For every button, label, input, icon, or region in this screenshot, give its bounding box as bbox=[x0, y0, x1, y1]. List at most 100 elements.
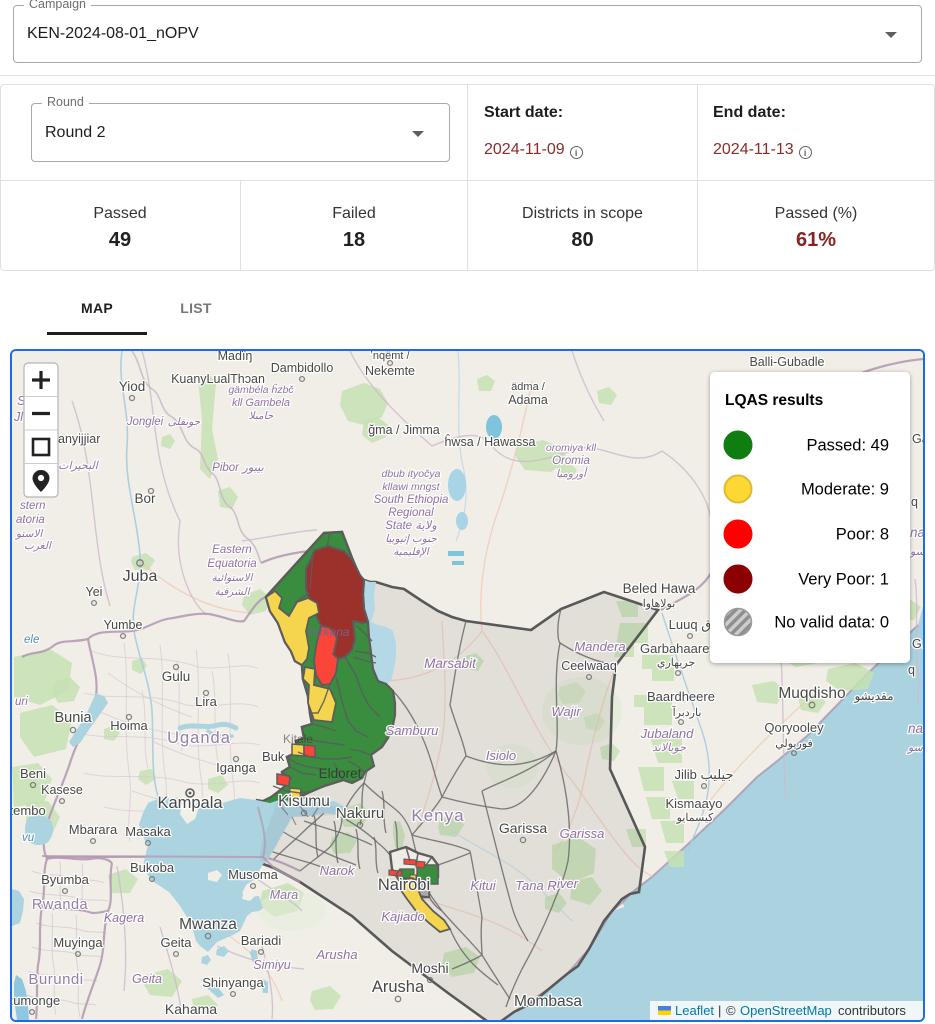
svg-text:atoria: atoria bbox=[16, 514, 45, 526]
svg-text:Garissa: Garissa bbox=[499, 820, 547, 836]
svg-text:بولاهاوا: بولاهاوا bbox=[643, 598, 676, 610]
svg-text:Burundi: Burundi bbox=[28, 971, 83, 988]
svg-text:Ga: Ga bbox=[912, 432, 923, 446]
svg-text:Uganda: Uganda bbox=[167, 729, 231, 747]
svg-text:Qoryooley: Qoryooley bbox=[764, 720, 824, 735]
svg-text:الاستو: الاستو bbox=[14, 528, 43, 540]
svg-text:Jubaland: Jubaland bbox=[640, 726, 695, 741]
svg-text:Very Poor: 1: Very Poor: 1 bbox=[798, 571, 889, 589]
svg-text:سو: سو bbox=[906, 742, 923, 754]
svg-text:Mwanza: Mwanza bbox=[179, 916, 237, 933]
svg-text:ädma /: ädma / bbox=[511, 381, 546, 393]
svg-text:Geita: Geita bbox=[132, 972, 162, 986]
svg-text:Turkana: Turkana bbox=[306, 625, 349, 639]
svg-text:Musoma: Musoma bbox=[228, 867, 279, 882]
svg-text:حامبلا: حامبلا bbox=[249, 410, 274, 422]
svg-text:vu: vu bbox=[22, 832, 35, 844]
svg-text:Wajir: Wajir bbox=[551, 704, 581, 719]
svg-text:Baardheere: Baardheere bbox=[647, 689, 715, 704]
svg-text:Adama: Adama bbox=[508, 393, 548, 407]
svg-text:Eldoret: Eldoret bbox=[319, 766, 362, 781]
svg-text:Kahama: Kahama bbox=[165, 1001, 217, 1017]
svg-text:Kisumu: Kisumu bbox=[278, 793, 330, 810]
svg-text:Jilib جيليب: Jilib جيليب bbox=[675, 767, 734, 782]
svg-text:Kajiado: Kajiado bbox=[381, 909, 424, 924]
svg-text:Lira: Lira bbox=[195, 694, 217, 709]
svg-text:Pibor بيبور: Pibor بيبور bbox=[212, 462, 264, 474]
svg-text:كيسمايو: كيسمايو bbox=[676, 812, 715, 824]
svg-text:Masaka: Masaka bbox=[125, 824, 171, 839]
svg-text:kll Gambela: kll Gambela bbox=[232, 397, 290, 409]
svg-text:Nekemte: Nekemte bbox=[365, 364, 415, 378]
svg-text:Isiolo: Isiolo bbox=[486, 748, 516, 763]
svg-text:Poor: 8: Poor: 8 bbox=[836, 526, 889, 544]
svg-text:Jl: Jl bbox=[13, 410, 24, 424]
svg-text:جونفلى: جونفلى bbox=[168, 416, 201, 428]
svg-text:Oromia: Oromia bbox=[552, 455, 590, 467]
svg-text:جوبالاند: جوبالاند bbox=[652, 742, 686, 754]
svg-text:South Ethiopia: South Ethiopia bbox=[374, 494, 449, 506]
svg-text:State ولاية: State ولاية bbox=[385, 520, 437, 532]
svg-text:الإفليمية: الإفليمية bbox=[393, 546, 430, 558]
svg-text:جنوب إثيوبيا: جنوب إثيوبيا bbox=[385, 533, 437, 545]
svg-text:naa: naa bbox=[908, 721, 923, 736]
svg-text:Nakuru: Nakuru bbox=[336, 805, 384, 822]
svg-text:Regional: Regional bbox=[388, 507, 434, 519]
svg-text:Luuq ق: Luuq ق bbox=[669, 617, 712, 632]
svg-text:فوريولي: فوريولي bbox=[775, 738, 813, 750]
svg-text:q: q bbox=[908, 663, 915, 677]
svg-text:Geita: Geita bbox=[160, 935, 192, 950]
svg-text:kllawi mngst: kllawi mngst bbox=[382, 481, 440, 493]
svg-text:anyijjiar: anyijjiar bbox=[58, 432, 100, 446]
svg-text:Yumbe: Yumbe bbox=[104, 618, 143, 632]
svg-text:Balli-Gubadle: Balli-Gubadle bbox=[749, 355, 824, 369]
svg-text:Nairobi: Nairobi bbox=[378, 876, 430, 894]
svg-text:Jonglei: Jonglei bbox=[126, 416, 164, 428]
svg-text:Tana R: Tana R bbox=[515, 878, 556, 893]
svg-text:Simiyu: Simiyu bbox=[253, 958, 291, 972]
svg-text:Iganga: Iganga bbox=[216, 760, 257, 775]
svg-text:No valid data: 0: No valid data: 0 bbox=[774, 614, 889, 632]
svg-text:Kitale: Kitale bbox=[283, 732, 313, 746]
svg-text:Leaflet: Leaflet bbox=[675, 1003, 714, 1018]
svg-text:Narok: Narok bbox=[320, 863, 356, 878]
svg-text:أوروميا: أوروميا bbox=[556, 466, 588, 480]
svg-text:stern: stern bbox=[20, 500, 46, 512]
svg-text:ĥwsa / Hawassa: ĥwsa / Hawassa bbox=[444, 434, 535, 449]
svg-text:Garbahaarey: Garbahaarey bbox=[640, 641, 716, 656]
svg-text:Kenya: Kenya bbox=[411, 806, 464, 825]
svg-text:G.: G. bbox=[912, 637, 923, 651]
svg-text:Hoima: Hoima bbox=[110, 718, 148, 733]
svg-text:gämbéla ĥzbč: gämbéla ĥzbč bbox=[228, 383, 294, 396]
svg-text:جريهاري: جريهاري bbox=[657, 657, 695, 669]
svg-text:iver: iver bbox=[557, 876, 579, 891]
svg-text:©: © bbox=[726, 1003, 736, 1018]
svg-text:Madïŋ: Madïŋ bbox=[218, 351, 253, 363]
svg-text:Beni: Beni bbox=[20, 766, 46, 781]
svg-text:Beled Hawa: Beled Hawa bbox=[623, 581, 696, 596]
svg-text:oromiya kll: oromiya kll bbox=[546, 442, 597, 454]
svg-text:Bunia: Bunia bbox=[54, 710, 92, 726]
svg-text:contributors: contributors bbox=[838, 1003, 906, 1018]
svg-text:q: q bbox=[911, 495, 918, 509]
svg-text:Passed: 49: Passed: 49 bbox=[806, 437, 889, 455]
svg-text:Muyinga: Muyinga bbox=[53, 935, 103, 950]
svg-text:الاستوائية: الاستوائية bbox=[212, 572, 254, 584]
svg-text:OpenStreetMap: OpenStreetMap bbox=[740, 1003, 832, 1018]
svg-text:Arusha: Arusha bbox=[315, 947, 357, 962]
svg-text:Marsabit: Marsabit bbox=[424, 656, 477, 671]
svg-text:Garissa: Garissa bbox=[560, 826, 605, 841]
svg-text:الشرقية: الشرقية bbox=[214, 586, 250, 598]
svg-text:باردبرآ: باردبرآ bbox=[672, 706, 702, 719]
svg-text:Yei: Yei bbox=[86, 585, 103, 599]
svg-text:Gulu: Gulu bbox=[162, 669, 191, 684]
svg-text:Moshi: Moshi bbox=[411, 960, 448, 976]
svg-text:Moderate: 9: Moderate: 9 bbox=[801, 481, 889, 499]
svg-text:سو: سو bbox=[908, 546, 923, 558]
svg-text:Dambidollo: Dambidollo bbox=[271, 361, 334, 375]
svg-text:Eastern: Eastern bbox=[212, 544, 252, 556]
svg-text:uri: uri bbox=[15, 696, 28, 708]
svg-text:LQAS results: LQAS results bbox=[725, 392, 823, 409]
svg-text:Mombasa: Mombasa bbox=[514, 993, 582, 1010]
svg-text:Mara: Mara bbox=[270, 888, 299, 902]
